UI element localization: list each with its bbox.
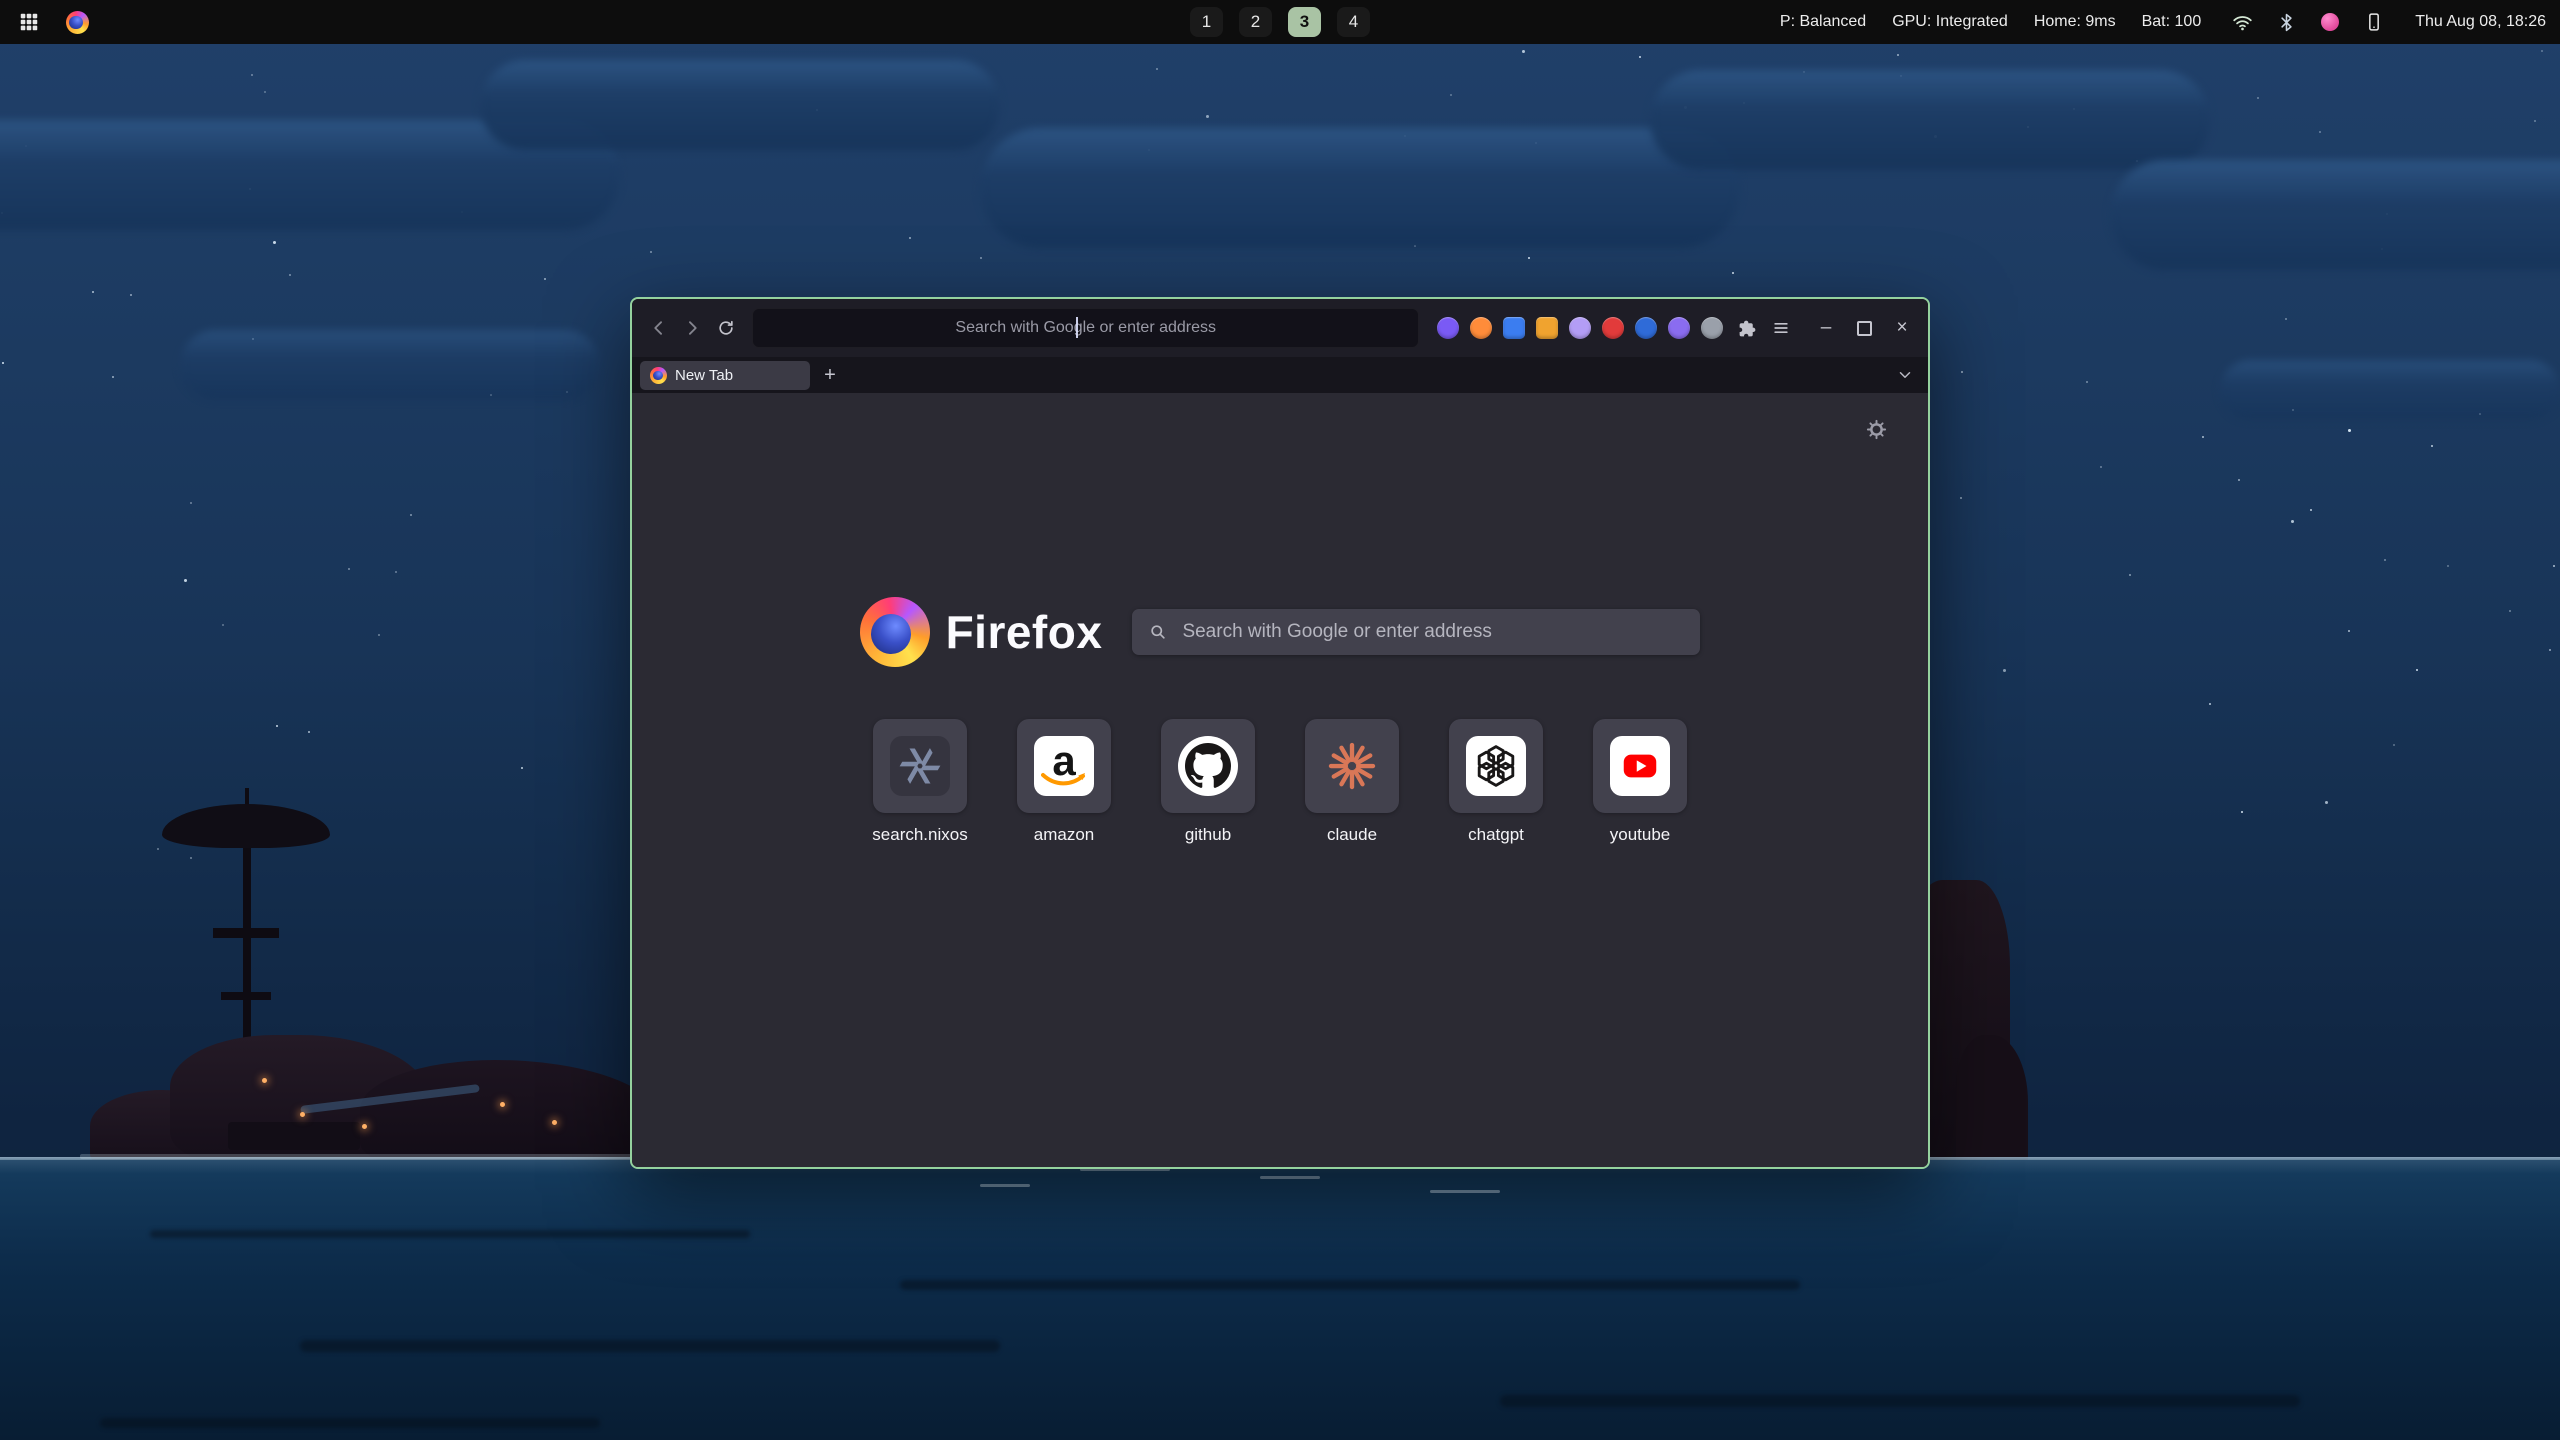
newtab-hero: Firefox	[632, 597, 1928, 667]
new-tab-button[interactable]: +	[816, 361, 844, 389]
firefox-logo	[860, 597, 930, 667]
cloud	[480, 60, 1000, 150]
status-bar: 1 2 3 4 P: Balanced GPU: Integrated Home…	[0, 0, 2560, 44]
newtab-search-box	[1132, 609, 1700, 655]
shortcut-youtube[interactable]: youtube	[1593, 719, 1687, 845]
shortcut-github[interactable]: github	[1161, 719, 1255, 845]
newtab-search-input[interactable]	[1180, 620, 1684, 644]
firefox-launcher-icon[interactable]	[62, 7, 92, 37]
settings-gear-icon[interactable]	[1859, 417, 1894, 445]
url-input[interactable]	[753, 318, 1418, 338]
apps-grid-icon[interactable]	[14, 7, 44, 37]
shortcut-claude[interactable]: claude	[1305, 719, 1399, 845]
shortcut-amazon[interactable]: a amazon	[1017, 719, 1111, 845]
workspace-4[interactable]: 4	[1337, 7, 1370, 37]
search-icon	[1148, 622, 1168, 642]
tab-overflow-chevron-icon[interactable]	[1890, 361, 1920, 389]
battery-module: Bat: 100	[2142, 13, 2202, 31]
extensions-puzzle-icon[interactable]	[1731, 311, 1764, 345]
extension-icon-9[interactable]	[1701, 317, 1723, 339]
clock-module: Thu Aug 08, 18:26	[2415, 13, 2546, 31]
url-bar	[752, 308, 1419, 348]
workspace-1[interactable]: 1	[1190, 7, 1223, 37]
new-tab-page: Firefox	[632, 393, 1928, 1167]
shortcut-search-nixos[interactable]: search.nixos	[873, 719, 967, 845]
firefox-wordmark: Firefox	[946, 605, 1103, 659]
forward-icon[interactable]	[675, 311, 708, 345]
tablet-icon[interactable]	[2359, 7, 2389, 37]
tab-favicon-firefox	[650, 367, 667, 384]
close-icon[interactable]: ×	[1886, 313, 1918, 343]
nixos-snowflake-icon	[890, 736, 950, 796]
tab-title: New Tab	[675, 367, 733, 384]
github-octocat-icon	[1178, 736, 1238, 796]
claude-starburst-icon	[1324, 738, 1380, 794]
openai-knot-icon	[1466, 736, 1526, 796]
cloud	[1650, 70, 2210, 170]
cloud	[980, 128, 1740, 248]
youtube-play-icon	[1610, 736, 1670, 796]
workspace-switcher: 1 2 3 4	[1190, 7, 1370, 37]
extension-icons	[1437, 317, 1723, 339]
navigation-toolbar: – ×	[632, 299, 1928, 357]
extension-icon-7[interactable]	[1635, 317, 1657, 339]
shortcut-chatgpt[interactable]: chatgpt	[1449, 719, 1543, 845]
cloud	[180, 330, 600, 400]
desktop: 1 2 3 4 P: Balanced GPU: Integrated Home…	[0, 0, 2560, 1440]
extension-icon-8[interactable]	[1668, 317, 1690, 339]
reload-icon[interactable]	[709, 311, 742, 345]
menu-icon[interactable]	[1765, 311, 1798, 345]
gpu-module: GPU: Integrated	[1892, 13, 2008, 31]
tab-bar: New Tab +	[632, 357, 1928, 393]
minimize-icon[interactable]: –	[1810, 313, 1842, 343]
workspace-3-active[interactable]: 3	[1288, 7, 1321, 37]
extension-icon-1[interactable]	[1437, 317, 1459, 339]
extension-icon-4[interactable]	[1536, 317, 1558, 339]
extension-icon-6[interactable]	[1602, 317, 1624, 339]
text-caret	[1076, 317, 1078, 338]
wifi-icon[interactable]	[2227, 7, 2257, 37]
tab-new-tab[interactable]: New Tab	[640, 361, 810, 390]
cloud	[2220, 360, 2560, 420]
extension-icon-2[interactable]	[1470, 317, 1492, 339]
home-latency-module: Home: 9ms	[2034, 13, 2116, 31]
ocean	[0, 1160, 2560, 1440]
back-icon[interactable]	[642, 311, 675, 345]
firefox-window: – × New Tab +	[630, 297, 1930, 1169]
amazon-logo-icon: a	[1034, 736, 1094, 796]
color-picker-icon[interactable]	[2315, 7, 2345, 37]
bluetooth-icon[interactable]	[2271, 7, 2301, 37]
extension-icon-3[interactable]	[1503, 317, 1525, 339]
shortcut-tiles: search.nixos a amazon	[632, 719, 1928, 845]
power-profile-module: P: Balanced	[1780, 13, 1866, 31]
maximize-icon[interactable]	[1848, 313, 1880, 343]
extension-icon-5[interactable]	[1569, 317, 1591, 339]
window-controls: – ×	[1810, 313, 1918, 343]
cloud	[2110, 160, 2560, 270]
workspace-2[interactable]: 2	[1239, 7, 1272, 37]
